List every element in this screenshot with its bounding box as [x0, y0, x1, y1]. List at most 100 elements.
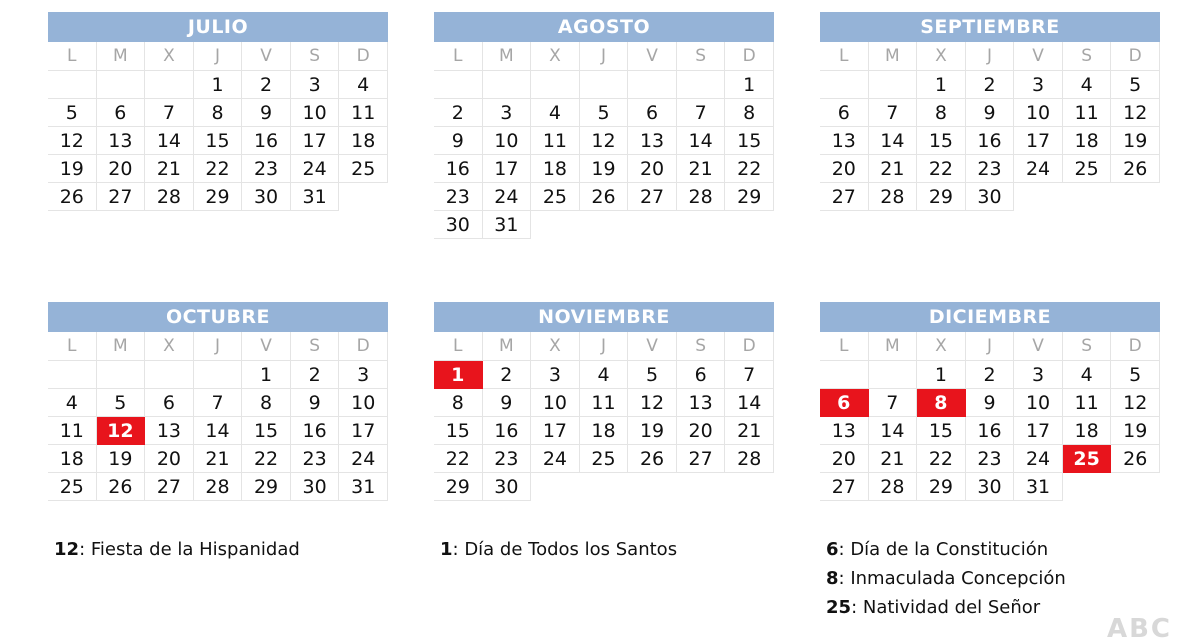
- day-cell: 15: [917, 417, 966, 445]
- day-cell: 29: [725, 183, 774, 211]
- day-cell: 16: [242, 127, 291, 155]
- empty-cell: [48, 361, 97, 389]
- day-cell: 7: [676, 99, 726, 127]
- holiday-note: 6: Día de la Constitución: [826, 535, 1066, 564]
- day-cell: 23: [242, 155, 291, 183]
- month-septiembre: SEPTIEMBRE L M X J V S D 1 2 3 4 5 6 7 8 9 10 11 12 13 14 15 1…: [820, 12, 1160, 211]
- day-cell: 26: [1111, 445, 1160, 473]
- holiday-notes-november: 1: Día de Todos los Santos: [440, 535, 677, 564]
- day-cell: 9: [434, 127, 483, 155]
- day-cell: 5: [1111, 361, 1160, 389]
- weekday-label: M: [868, 42, 918, 71]
- day-cell: 15: [434, 417, 483, 445]
- day-cell: 8: [917, 99, 966, 127]
- day-cell: 15: [242, 417, 291, 445]
- weekday-label: S: [676, 332, 726, 361]
- day-cell: 2: [290, 361, 340, 389]
- day-cell: 20: [820, 445, 869, 473]
- day-cell: 2: [434, 99, 483, 127]
- day-cell: 20: [820, 155, 869, 183]
- day-cell: 17: [1014, 417, 1063, 445]
- day-cell: 16: [965, 127, 1015, 155]
- day-cell: 9: [482, 389, 532, 417]
- watermark-logo: ABC: [1106, 614, 1172, 644]
- empty-cell: [434, 71, 483, 99]
- day-cell: 22: [725, 155, 774, 183]
- weekday-label: X: [917, 332, 966, 361]
- day-cell: 31: [339, 473, 388, 501]
- empty-cell: [628, 71, 677, 99]
- day-cell: 16: [965, 417, 1015, 445]
- day-cell: 8: [242, 389, 291, 417]
- holiday-day-cell: 25: [1062, 445, 1112, 473]
- day-cell: 2: [965, 71, 1015, 99]
- empty-cell: [145, 361, 194, 389]
- month-header: AGOSTO: [434, 12, 774, 42]
- month-header: JULIO: [48, 12, 388, 42]
- weekday-label: X: [531, 42, 580, 71]
- month-header: SEPTIEMBRE: [820, 12, 1160, 42]
- day-cell: 27: [820, 183, 869, 211]
- weekday-label: M: [96, 332, 146, 361]
- day-cell: 3: [290, 71, 340, 99]
- holiday-note-day: 12: [54, 539, 80, 560]
- weekday-label: D: [339, 42, 388, 71]
- month-agosto: AGOSTO L M X J V S D 1 2 3 4 5 6 7 8 9 10 11 12 13 14 15 16 17 1…: [434, 12, 774, 239]
- day-cell: 30: [290, 473, 340, 501]
- weekday-label: V: [242, 332, 291, 361]
- day-cell: 24: [1014, 155, 1063, 183]
- day-cell: 1: [242, 361, 291, 389]
- day-cell: 19: [579, 155, 629, 183]
- month-header: OCTUBRE: [48, 302, 388, 332]
- weekday-label: D: [1111, 42, 1160, 71]
- weekday-label: V: [628, 42, 677, 71]
- empty-cell: [868, 71, 918, 99]
- day-cell: 25: [579, 445, 629, 473]
- day-cell: 22: [242, 445, 291, 473]
- day-cell: 17: [339, 417, 388, 445]
- weekday-label: V: [1014, 42, 1063, 71]
- day-cell: 23: [965, 445, 1015, 473]
- day-cell: 5: [628, 361, 677, 389]
- day-cell: 25: [1062, 155, 1112, 183]
- day-cell: 18: [339, 127, 388, 155]
- holiday-note-text: : Fiesta de la Hispanidad: [79, 539, 300, 560]
- holiday-notes-december: 6: Día de la Constitución 8: Inmaculada …: [826, 535, 1066, 622]
- holiday-note-text: : Día de la Constitución: [838, 539, 1049, 560]
- day-cell: 3: [531, 361, 580, 389]
- day-cell: 22: [434, 445, 483, 473]
- day-cell: 28: [193, 473, 243, 501]
- day-cell: 5: [96, 389, 146, 417]
- day-cell: 28: [676, 183, 726, 211]
- empty-cell: [676, 71, 726, 99]
- day-cell: 9: [290, 389, 340, 417]
- weekday-label: J: [579, 332, 629, 361]
- day-cell: 11: [339, 99, 388, 127]
- day-cell: 1: [725, 71, 774, 99]
- day-cell: 10: [290, 99, 340, 127]
- weekday-label: L: [434, 42, 483, 71]
- day-cell: 14: [676, 127, 726, 155]
- day-cell: 25: [48, 473, 97, 501]
- day-cell: 20: [145, 445, 194, 473]
- holiday-note: 25: Natividad del Señor: [826, 593, 1066, 622]
- day-cell: 3: [1014, 361, 1063, 389]
- day-cell: 21: [868, 445, 918, 473]
- day-cell: 30: [965, 473, 1015, 501]
- day-cell: 16: [482, 417, 532, 445]
- day-cell: 7: [868, 99, 918, 127]
- day-cell: 29: [917, 183, 966, 211]
- day-cell: 5: [579, 99, 629, 127]
- day-cell: 7: [193, 389, 243, 417]
- weekday-label: S: [1062, 42, 1112, 71]
- day-cell: 25: [531, 183, 580, 211]
- day-cell: 13: [820, 127, 869, 155]
- day-cell: 24: [290, 155, 340, 183]
- empty-cell: [482, 71, 532, 99]
- holiday-day-cell: 1: [434, 361, 483, 389]
- day-cell: 13: [145, 417, 194, 445]
- day-cell: 19: [628, 417, 677, 445]
- day-cell: 11: [1062, 99, 1112, 127]
- day-cell: 30: [482, 473, 532, 501]
- weekday-label: X: [145, 42, 194, 71]
